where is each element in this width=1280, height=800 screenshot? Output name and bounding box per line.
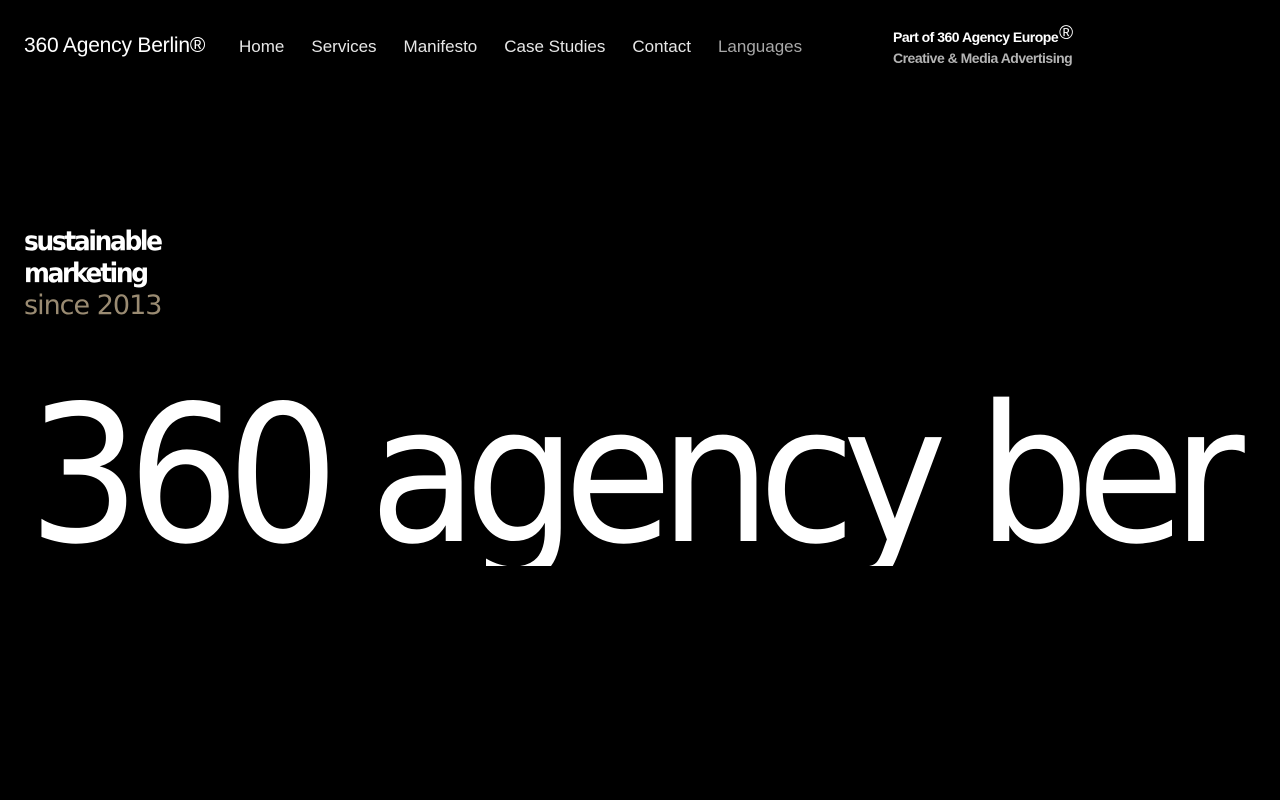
page: 360 Agency Berlin® Home Services Manifes… [0, 0, 1280, 800]
hero-title: 360 AGENCY BER [28, 386, 1245, 566]
nav-case-studies[interactable]: Case Studies [504, 37, 605, 57]
nav-languages[interactable]: Languages [718, 37, 802, 57]
registered-mark: ® [1059, 23, 1073, 44]
group-affiliation: Part of 360 Agency Europe® Creative & Me… [893, 23, 1073, 66]
tagline-line-2: MaRketING [24, 258, 149, 289]
nav-services[interactable]: Services [311, 37, 376, 57]
tagline-line-1: SUStaInaBle [24, 226, 163, 257]
group-affiliation-title: Part of 360 Agency Europe® [893, 23, 1073, 48]
nav-manifesto[interactable]: Manifesto [404, 37, 478, 57]
nav-home[interactable]: Home [239, 37, 284, 57]
hero-banner: 360 AGENCY BER [28, 386, 1256, 566]
tagline: SUStaInaBle MaRketING SINCE 2013 [24, 226, 173, 322]
main-nav: Home Services Manifesto Case Studies Con… [239, 37, 829, 57]
tagline-line-3: SINCE 2013 [24, 290, 162, 321]
brand-logo-link[interactable]: 360 Agency Berlin® [24, 34, 205, 58]
nav-contact[interactable]: Contact [632, 37, 691, 57]
group-affiliation-subtitle: Creative & Media Advertising [893, 50, 1073, 66]
group-name: Part of 360 Agency Europe [893, 29, 1059, 45]
